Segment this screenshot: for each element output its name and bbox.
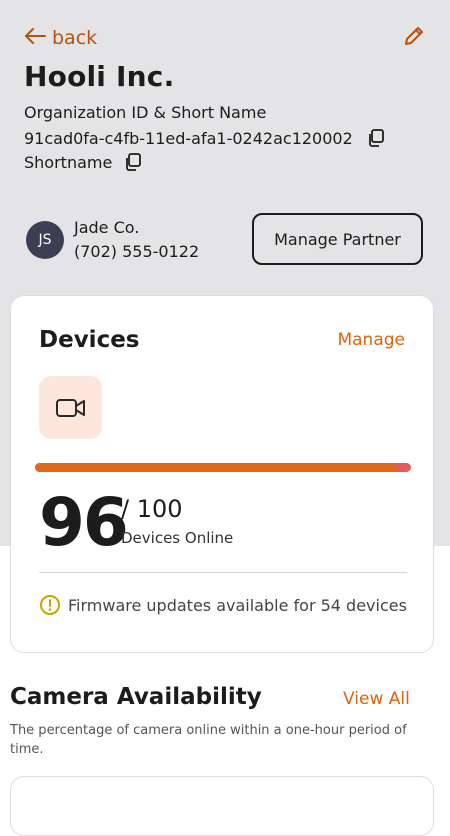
page-title: Hooli Inc. (24, 60, 175, 93)
pencil-icon (403, 25, 425, 51)
copy-icon (126, 153, 142, 171)
copy-icon (368, 129, 384, 147)
divider (39, 572, 407, 573)
org-id-label: Organization ID & Short Name (24, 103, 267, 122)
devices-online-progress (35, 463, 411, 472)
back-button[interactable]: back (24, 24, 97, 52)
back-label: back (52, 27, 98, 49)
partner-info: JS Jade Co. (702) 555-0122 (26, 216, 199, 264)
devices-title: Devices (39, 327, 140, 353)
arrow-left-icon (24, 27, 46, 50)
firmware-notice-text: Firmware updates available for 54 device… (68, 595, 407, 615)
camera-availability-title: Camera Availability (10, 684, 262, 710)
org-id-value: 91cad0fa-c4fb-11ed-afa1-0242ac120002 (24, 128, 353, 148)
partner-phone: (702) 555-0122 (74, 242, 200, 261)
devices-total: / 100 (121, 495, 183, 523)
partner-name: Jade Co. (74, 218, 140, 237)
video-camera-icon (55, 398, 85, 417)
avatar: JS (26, 221, 64, 259)
manage-partner-button[interactable]: Manage Partner (252, 213, 423, 265)
devices-online-label: Devices Online (121, 529, 234, 547)
copy-shortname-button[interactable] (122, 151, 144, 173)
camera-availability-description: The percentage of camera online within a… (10, 723, 407, 757)
partner-details: Jade Co. (702) 555-0122 (74, 216, 199, 264)
shortname-row: Shortname (24, 150, 144, 174)
edit-button[interactable] (400, 24, 428, 52)
alert-circle-icon (40, 595, 60, 615)
progress-fill (35, 463, 396, 472)
devices-card: Devices Manage 96 / 100 Devices Online F… (10, 295, 434, 653)
camera-tile (39, 376, 102, 439)
firmware-notice: Firmware updates available for 54 device… (39, 593, 407, 617)
camera-availability-card (10, 776, 434, 836)
copy-org-id-button[interactable] (365, 127, 387, 149)
shortname-value: Shortname (24, 152, 113, 172)
devices-online-count: 96 (39, 484, 129, 561)
view-all-link[interactable]: View All (343, 689, 410, 709)
manage-devices-link[interactable]: Manage (337, 330, 405, 350)
org-id-row: 91cad0fa-c4fb-11ed-afa1-0242ac120002 (24, 126, 387, 150)
